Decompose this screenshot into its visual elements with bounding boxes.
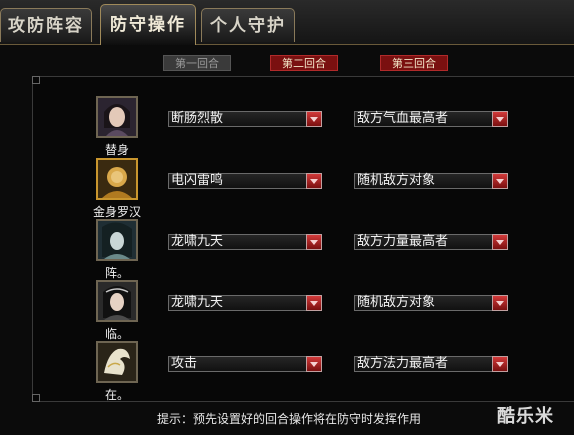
tab-defense-operation[interactable]: 防守操作 (100, 4, 196, 45)
target-select-value: 敌方法力最高者 (357, 356, 449, 371)
chevron-down-icon[interactable] (492, 356, 508, 372)
character-name: 临。 (104, 327, 129, 341)
skill-select-value: 龙啸九天 (171, 234, 224, 249)
target-select-value: 随机敌方对象 (357, 173, 436, 188)
chevron-down-icon[interactable] (492, 234, 508, 250)
target-select[interactable]: 随机敌方对象 (354, 295, 508, 311)
chevron-down-icon[interactable] (492, 111, 508, 127)
skill-select-value: 断肠烈散 (171, 111, 224, 126)
watermark: 酷乐米 (497, 406, 554, 427)
target-select[interactable]: 敌方力量最高者 (354, 234, 508, 250)
hint-text: 提示：预先设置好的回合操作将在防守时发挥作用 (157, 412, 422, 426)
target-select-value: 随机敌方对象 (357, 295, 436, 310)
white-dragon-portrait-icon[interactable] (96, 341, 138, 383)
panel-corner (32, 394, 40, 402)
skill-select[interactable]: 龙啸九天 (168, 295, 322, 311)
target-select[interactable]: 随机敌方对象 (354, 173, 508, 189)
panel-corner (32, 76, 40, 84)
skill-select[interactable]: 断肠烈散 (168, 111, 322, 127)
chevron-down-icon[interactable] (306, 295, 322, 311)
target-select-value: 敌方力量最高者 (357, 234, 449, 249)
male-warrior-portrait-icon[interactable] (96, 96, 138, 138)
skill-select[interactable]: 攻击 (168, 356, 322, 372)
chevron-down-icon[interactable] (492, 295, 508, 311)
skill-select-value: 电闪雷鸣 (171, 173, 224, 188)
round-1-button[interactable]: 第一回合 (163, 55, 231, 71)
tab-personal-guard[interactable]: 个人守护 (201, 8, 295, 42)
character-name: 阵。 (104, 266, 129, 280)
chevron-down-icon[interactable] (306, 111, 322, 127)
character-name: 在。 (104, 388, 129, 402)
skill-select[interactable]: 龙啸九天 (168, 234, 322, 250)
chevron-down-icon[interactable] (306, 173, 322, 189)
target-select-value: 敌方气血最高者 (357, 111, 449, 126)
female-warrior-portrait-icon[interactable] (96, 280, 138, 322)
round-2-button[interactable]: 第二回合 (270, 55, 338, 71)
skill-select-value: 攻击 (171, 356, 198, 371)
round-3-button[interactable]: 第三回合 (380, 55, 448, 71)
character-name: 替身 (104, 143, 129, 157)
target-select[interactable]: 敌方气血最高者 (354, 111, 508, 127)
chevron-down-icon[interactable] (306, 356, 322, 372)
skill-select-value: 龙啸九天 (171, 295, 224, 310)
female-mage-portrait-icon[interactable] (96, 219, 138, 261)
skill-select[interactable]: 电闪雷鸣 (168, 173, 322, 189)
character-name: 金身罗汉 (92, 205, 141, 219)
chevron-down-icon[interactable] (306, 234, 322, 250)
golden-monk-portrait-icon[interactable] (96, 158, 138, 200)
target-select[interactable]: 敌方法力最高者 (354, 356, 508, 372)
chevron-down-icon[interactable] (492, 173, 508, 189)
tab-attack-defense-lineup[interactable]: 攻防阵容 (0, 8, 92, 42)
